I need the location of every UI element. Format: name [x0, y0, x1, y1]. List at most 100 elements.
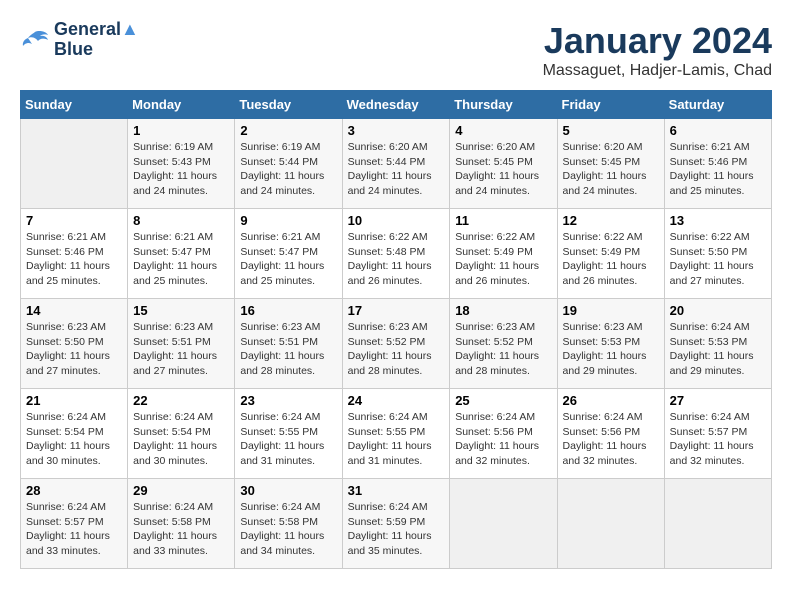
location-title: Massaguet, Hadjer-Lamis, Chad [543, 62, 772, 80]
calendar-cell: 12 Sunrise: 6:22 AMSunset: 5:49 PMDayligh… [557, 209, 664, 299]
calendar-cell: 31 Sunrise: 6:24 AMSunset: 5:59 PMDayligh… [342, 479, 450, 569]
day-number: 17 [348, 303, 445, 318]
calendar-table: SundayMondayTuesdayWednesdayThursdayFrid… [20, 90, 772, 569]
header-row: SundayMondayTuesdayWednesdayThursdayFrid… [21, 91, 772, 119]
day-number: 3 [348, 123, 445, 138]
header-day-tuesday: Tuesday [235, 91, 342, 119]
week-row-3: 21Sunrise: 6:24 AMSunset: 5:54 PMDayligh… [21, 389, 772, 479]
header-day-thursday: Thursday [450, 91, 557, 119]
day-number: 20 [670, 303, 766, 318]
calendar-cell: 26Sunrise: 6:24 AMSunset: 5:56 PMDayligh… [557, 389, 664, 479]
day-info: Sunrise: 6:21 AMSunset: 5:47 PMDaylight:… [133, 230, 229, 289]
day-info: Sunrise: 6:23 AMSunset: 5:50 PMDaylight:… [26, 320, 122, 379]
day-number: 27 [670, 393, 766, 408]
calendar-cell: 8 Sunrise: 6:21 AMSunset: 5:47 PMDaylight… [128, 209, 235, 299]
calendar-cell: 11Sunrise: 6:22 AMSunset: 5:49 PMDayligh… [450, 209, 557, 299]
day-number: 29 [133, 483, 229, 498]
day-info: Sunrise: 6:22 AMSunset: 5:49 PMDaylight:… [455, 230, 551, 289]
logo-icon [20, 28, 50, 52]
day-number: 30 [240, 483, 336, 498]
logo-text: General▲ Blue [54, 20, 139, 60]
day-number: 16 [240, 303, 336, 318]
day-info: Sunrise: 6:22 AMSunset: 5:48 PMDaylight:… [348, 230, 445, 289]
day-info: Sunrise: 6:24 AMSunset: 5:56 PMDaylight:… [455, 410, 551, 469]
week-row-4: 28 Sunrise: 6:24 AMSunset: 5:57 PMDayligh… [21, 479, 772, 569]
calendar-cell: 29 Sunrise: 6:24 AMSunset: 5:58 PMDayligh… [128, 479, 235, 569]
calendar-body: 1 Sunrise: 6:19 AMSunset: 5:43 PMDaylight… [21, 119, 772, 569]
week-row-1: 7 Sunrise: 6:21 AMSunset: 5:46 PMDaylight… [21, 209, 772, 299]
day-number: 4 [455, 123, 551, 138]
calendar-cell [450, 479, 557, 569]
calendar-cell: 20 Sunrise: 6:24 AMSunset: 5:53 PMDayligh… [664, 299, 771, 389]
day-info: Sunrise: 6:22 AMSunset: 5:50 PMDaylight:… [670, 230, 766, 289]
header-day-monday: Monday [128, 91, 235, 119]
day-info: Sunrise: 6:23 AMSunset: 5:52 PMDaylight:… [348, 320, 445, 379]
day-info: Sunrise: 6:20 AMSunset: 5:45 PMDaylight:… [455, 140, 551, 199]
calendar-cell: 15 Sunrise: 6:23 AMSunset: 5:51 PMDayligh… [128, 299, 235, 389]
calendar-cell: 1 Sunrise: 6:19 AMSunset: 5:43 PMDaylight… [128, 119, 235, 209]
calendar-cell: 14Sunrise: 6:23 AMSunset: 5:50 PMDayligh… [21, 299, 128, 389]
calendar-cell: 30 Sunrise: 6:24 AMSunset: 5:58 PMDayligh… [235, 479, 342, 569]
calendar-cell: 3 Sunrise: 6:20 AMSunset: 5:44 PMDaylight… [342, 119, 450, 209]
day-number: 22 [133, 393, 229, 408]
day-number: 7 [26, 213, 122, 228]
calendar-cell: 23 Sunrise: 6:24 AMSunset: 5:55 PMDayligh… [235, 389, 342, 479]
day-number: 28 [26, 483, 122, 498]
day-number: 9 [240, 213, 336, 228]
day-info: Sunrise: 6:20 AMSunset: 5:44 PMDaylight:… [348, 140, 445, 199]
calendar-cell: 5 Sunrise: 6:20 AMSunset: 5:45 PMDaylight… [557, 119, 664, 209]
calendar-cell: 28 Sunrise: 6:24 AMSunset: 5:57 PMDayligh… [21, 479, 128, 569]
day-number: 12 [563, 213, 659, 228]
day-number: 2 [240, 123, 336, 138]
day-number: 1 [133, 123, 229, 138]
day-info: Sunrise: 6:24 AMSunset: 5:57 PMDaylight:… [670, 410, 766, 469]
day-number: 5 [563, 123, 659, 138]
day-number: 8 [133, 213, 229, 228]
day-number: 15 [133, 303, 229, 318]
calendar-cell: 4 Sunrise: 6:20 AMSunset: 5:45 PMDaylight… [450, 119, 557, 209]
day-info: Sunrise: 6:19 AMSunset: 5:44 PMDaylight:… [240, 140, 336, 199]
calendar-cell: 18Sunrise: 6:23 AMSunset: 5:52 PMDayligh… [450, 299, 557, 389]
calendar-cell [664, 479, 771, 569]
day-number: 13 [670, 213, 766, 228]
week-row-0: 1 Sunrise: 6:19 AMSunset: 5:43 PMDaylight… [21, 119, 772, 209]
calendar-cell: 24 Sunrise: 6:24 AMSunset: 5:55 PMDayligh… [342, 389, 450, 479]
day-info: Sunrise: 6:24 AMSunset: 5:54 PMDaylight:… [26, 410, 122, 469]
calendar-cell: 16 Sunrise: 6:23 AMSunset: 5:51 PMDayligh… [235, 299, 342, 389]
day-number: 31 [348, 483, 445, 498]
calendar-header: SundayMondayTuesdayWednesdayThursdayFrid… [21, 91, 772, 119]
day-number: 26 [563, 393, 659, 408]
calendar-cell: 19 Sunrise: 6:23 AMSunset: 5:53 PMDayligh… [557, 299, 664, 389]
day-info: Sunrise: 6:19 AMSunset: 5:43 PMDaylight:… [133, 140, 229, 199]
day-info: Sunrise: 6:24 AMSunset: 5:55 PMDaylight:… [348, 410, 445, 469]
calendar-cell: 6Sunrise: 6:21 AMSunset: 5:46 PMDaylight… [664, 119, 771, 209]
calendar-cell: 17 Sunrise: 6:23 AMSunset: 5:52 PMDayligh… [342, 299, 450, 389]
day-info: Sunrise: 6:21 AMSunset: 5:46 PMDaylight:… [26, 230, 122, 289]
calendar-cell: 2 Sunrise: 6:19 AMSunset: 5:44 PMDaylight… [235, 119, 342, 209]
day-number: 25 [455, 393, 551, 408]
day-info: Sunrise: 6:23 AMSunset: 5:51 PMDaylight:… [240, 320, 336, 379]
day-info: Sunrise: 6:24 AMSunset: 5:53 PMDaylight:… [670, 320, 766, 379]
day-info: Sunrise: 6:24 AMSunset: 5:58 PMDaylight:… [133, 500, 229, 559]
day-number: 23 [240, 393, 336, 408]
calendar-cell [557, 479, 664, 569]
day-number: 24 [348, 393, 445, 408]
day-info: Sunrise: 6:21 AMSunset: 5:47 PMDaylight:… [240, 230, 336, 289]
day-info: Sunrise: 6:20 AMSunset: 5:45 PMDaylight:… [563, 140, 659, 199]
day-info: Sunrise: 6:21 AMSunset: 5:46 PMDaylight:… [670, 140, 766, 199]
day-info: Sunrise: 6:24 AMSunset: 5:58 PMDaylight:… [240, 500, 336, 559]
calendar-cell: 22Sunrise: 6:24 AMSunset: 5:54 PMDayligh… [128, 389, 235, 479]
calendar-cell: 25 Sunrise: 6:24 AMSunset: 5:56 PMDayligh… [450, 389, 557, 479]
day-info: Sunrise: 6:24 AMSunset: 5:57 PMDaylight:… [26, 500, 122, 559]
month-title: January 2024 [543, 20, 772, 62]
day-info: Sunrise: 6:23 AMSunset: 5:51 PMDaylight:… [133, 320, 229, 379]
day-info: Sunrise: 6:24 AMSunset: 5:55 PMDaylight:… [240, 410, 336, 469]
day-number: 19 [563, 303, 659, 318]
day-info: Sunrise: 6:24 AMSunset: 5:59 PMDaylight:… [348, 500, 445, 559]
day-info: Sunrise: 6:23 AMSunset: 5:52 PMDaylight:… [455, 320, 551, 379]
calendar-cell [21, 119, 128, 209]
day-info: Sunrise: 6:22 AMSunset: 5:49 PMDaylight:… [563, 230, 659, 289]
logo: General▲ Blue [20, 20, 139, 60]
calendar-cell: 27 Sunrise: 6:24 AMSunset: 5:57 PMDayligh… [664, 389, 771, 479]
day-info: Sunrise: 6:23 AMSunset: 5:53 PMDaylight:… [563, 320, 659, 379]
